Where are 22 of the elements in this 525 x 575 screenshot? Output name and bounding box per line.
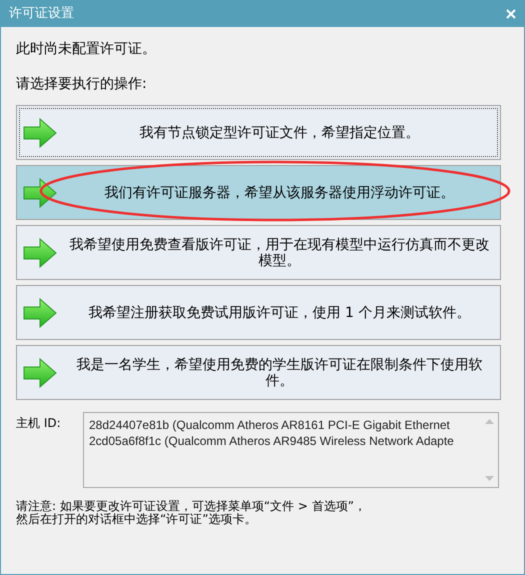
host-id-entry: 2cd05a6f8f1c (Qualcomm Atheros AR9485 Wireless Network Adapte xyxy=(89,433,455,449)
option-button[interactable]: 我是一名学生，希望使用免费的学生版许可证在限制条件下使用软件。 xyxy=(16,345,501,400)
arrow-icon xyxy=(23,238,57,268)
scroll-up-icon[interactable] xyxy=(485,419,494,424)
arrow-icon xyxy=(23,298,57,328)
host-id-entry: 28d24407e81b (Qualcomm Atheros AR8161 PCI-E Gigabit Ethernet xyxy=(89,417,451,433)
close-icon[interactable] xyxy=(506,9,516,19)
option-button[interactable]: 我希望使用免费查看版许可证，用于在现有模型中运行仿真而不更改模型。 xyxy=(16,225,501,280)
prompt-text: 请选择要执行的操作: xyxy=(16,75,148,94)
host-id-list[interactable]: 28d24407e81b (Qualcomm Atheros AR8161 PCI-E Gigabit Ethernet 2cd05a6f8f1c (Qualcomm Atheros AR9485 Wireless Network Adapte xyxy=(83,412,499,488)
scroll-down-icon[interactable] xyxy=(485,476,494,481)
option-button[interactable]: 我们有许可证服务器，希望从该服务器使用浮动许可证。 xyxy=(16,165,501,220)
note-text: 请注意: 如果要更改许可证设置，可选择菜单项“文件 > 首选项”， xyxy=(16,500,367,513)
option-button[interactable]: 我有节点锁定型许可证文件，希望指定位置。 xyxy=(16,105,501,160)
arrow-icon xyxy=(23,358,57,388)
note-text: 然后在打开的对话框中选择“许可证”选项卡。 xyxy=(16,513,258,526)
option-button[interactable]: 我希望注册获取免费试用版许可证，使用 1 个月来测试软件。 xyxy=(16,285,501,340)
status-text: 此时尚未配置许可证。 xyxy=(16,40,157,59)
window-title: 许可证设置 xyxy=(9,5,74,24)
arrow-icon xyxy=(23,118,57,148)
host-id-label: 主机 ID: xyxy=(16,415,62,432)
arrow-icon xyxy=(23,178,57,208)
